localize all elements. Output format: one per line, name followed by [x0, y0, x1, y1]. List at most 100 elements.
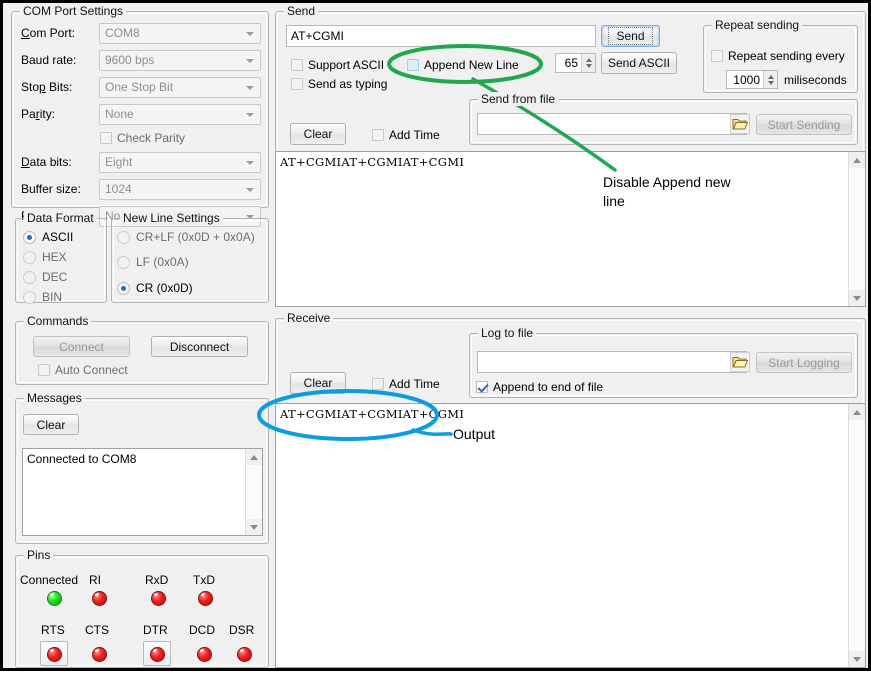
radio-mark: [23, 271, 36, 284]
repeat-sending-label: Repeat sending every: [728, 49, 845, 63]
auto-connect-label: Auto Connect: [55, 363, 128, 377]
scroll-up-icon[interactable]: [849, 152, 865, 168]
log-to-file-title: Log to file: [478, 326, 536, 340]
send-file-path-input[interactable]: [477, 113, 747, 135]
messages-clear-button[interactable]: Clear: [23, 414, 79, 435]
open-folder-icon[interactable]: [730, 352, 750, 372]
log-file-path-input[interactable]: [477, 351, 747, 373]
pin-label-txd: TxD: [193, 573, 215, 587]
send-log-area[interactable]: AT+CGMIAT+CGMIAT+CGMI: [275, 151, 866, 307]
pin-label-rxd: RxD: [145, 573, 168, 587]
auto-connect-checkbox[interactable]: Auto Connect: [38, 363, 128, 377]
scroll-down-icon[interactable]: [849, 651, 865, 667]
scroll-up-icon[interactable]: [246, 449, 262, 465]
receive-output-area[interactable]: AT+CGMIAT+CGMIAT+CGMI: [275, 403, 866, 668]
stepper-up-icon: [586, 58, 592, 62]
disconnect-button-label: Disconnect: [170, 340, 229, 354]
ascii-code-stepper[interactable]: 65: [555, 53, 596, 73]
append-to-end-checkbox[interactable]: Append to end of file: [476, 380, 603, 394]
radio-label: BIN: [42, 290, 62, 304]
parity-label: Parity:: [21, 107, 55, 121]
stop-bits-select[interactable]: One Stop Bit: [99, 77, 261, 98]
checkbox-box: [711, 50, 723, 62]
open-folder-icon[interactable]: [730, 114, 750, 134]
pin-led-cts: [92, 647, 107, 662]
repeat-interval-stepper[interactable]: 1000: [726, 70, 778, 89]
pin-label-dcd: DCD: [189, 623, 215, 637]
check-parity-label: Check Parity: [117, 131, 185, 145]
scroll-down-icon[interactable]: [849, 290, 865, 306]
send-button-label: Send: [608, 27, 652, 45]
radio-newline-crlf[interactable]: CR+LF (0x0D + 0x0A): [117, 230, 255, 244]
pin-led-dcd: [197, 647, 212, 662]
receive-clear-button[interactable]: Clear: [290, 372, 346, 394]
buffer-size-select[interactable]: 1024: [99, 179, 261, 200]
pin-label-rts: RTS: [41, 623, 65, 637]
receive-output-text: AT+CGMIAT+CGMIAT+CGMI: [280, 407, 847, 421]
chevron-down-icon: [246, 32, 254, 36]
receive-scrollbar[interactable]: [848, 404, 865, 667]
com-port-select[interactable]: COM8: [99, 23, 261, 44]
append-new-line-checkbox[interactable]: Append New Line: [407, 58, 519, 72]
receive-add-time-checkbox[interactable]: Add Time: [372, 377, 440, 391]
parity-select[interactable]: None: [99, 104, 261, 125]
baud-rate-select[interactable]: 9600 bps: [99, 50, 261, 71]
start-sending-label: Start Sending: [768, 118, 841, 132]
send-clear-label: Clear: [304, 127, 333, 141]
start-logging-button[interactable]: Start Logging: [756, 352, 852, 373]
check-parity-checkbox[interactable]: Check Parity: [100, 131, 185, 145]
connect-button-label: Connect: [59, 340, 104, 354]
annotation-disable-append-text: Disable Append new line: [603, 173, 731, 211]
send-add-time-checkbox[interactable]: Add Time: [372, 128, 440, 142]
pin-led-ri: [92, 591, 107, 606]
messages-log-area[interactable]: Connected to COM8: [22, 448, 263, 536]
start-sending-button[interactable]: Start Sending: [756, 114, 852, 135]
send-log-text: AT+CGMIAT+CGMIAT+CGMI: [280, 155, 847, 169]
stepper-arrows[interactable]: [581, 54, 595, 72]
scroll-up-icon[interactable]: [849, 404, 865, 420]
disconnect-button[interactable]: Disconnect: [151, 336, 248, 357]
scroll-down-icon[interactable]: [246, 519, 262, 535]
send-clear-button[interactable]: Clear: [290, 123, 346, 145]
stop-bits-value: One Stop Bit: [105, 80, 173, 94]
scrollbar-track[interactable]: [849, 420, 865, 651]
radio-label: ASCII: [42, 230, 73, 244]
connect-button[interactable]: Connect: [33, 336, 130, 357]
data-bits-label: Data bits:: [21, 155, 72, 169]
new-line-settings-title: New Line Settings: [120, 211, 223, 225]
radio-newline-cr[interactable]: CR (0x0D): [117, 281, 193, 295]
radio-label: DEC: [42, 270, 67, 284]
repeat-sending-title: Repeat sending: [712, 18, 802, 32]
pin-led-dtr: [150, 647, 165, 662]
send-as-typing-checkbox[interactable]: Send as typing: [291, 77, 387, 91]
scrollbar-track[interactable]: [246, 465, 262, 519]
receive-add-time-label: Add Time: [389, 377, 440, 391]
radio-mark: [23, 251, 36, 264]
radio-data-format-bin[interactable]: BIN: [23, 290, 62, 304]
send-ascii-button[interactable]: Send ASCII: [601, 52, 677, 74]
com-port-settings-title: COM Port Settings: [20, 4, 126, 18]
baud-rate-label: Baud rate:: [21, 53, 76, 67]
repeat-sending-checkbox[interactable]: Repeat sending every: [711, 49, 845, 63]
chevron-down-icon: [246, 113, 254, 117]
messages-scrollbar[interactable]: [245, 449, 262, 535]
data-bits-select[interactable]: Eight: [99, 152, 261, 173]
chevron-down-icon: [246, 86, 254, 90]
send-log-scrollbar[interactable]: [848, 152, 865, 306]
radio-data-format-hex[interactable]: HEX: [23, 250, 67, 264]
append-to-end-label: Append to end of file: [493, 380, 603, 394]
radio-data-format-dec[interactable]: DEC: [23, 270, 67, 284]
chevron-down-icon: [246, 188, 254, 192]
send-as-typing-label: Send as typing: [308, 77, 387, 91]
send-button[interactable]: Send: [601, 25, 660, 47]
stepper-down-icon: [768, 81, 774, 85]
scrollbar-track[interactable]: [849, 168, 865, 290]
stepper-arrows[interactable]: [763, 71, 777, 88]
buffer-size-value: 1024: [105, 182, 132, 196]
support-ascii-checkbox[interactable]: Support ASCII: [291, 58, 384, 72]
com-port-label: Com Port:: [21, 26, 75, 40]
radio-data-format-ascii[interactable]: ASCII: [23, 230, 73, 244]
send-command-input[interactable]: AT+CGMI: [286, 25, 596, 47]
radio-newline-lf[interactable]: LF (0x0A): [117, 255, 189, 269]
annotation-output-text: Output: [453, 425, 495, 444]
